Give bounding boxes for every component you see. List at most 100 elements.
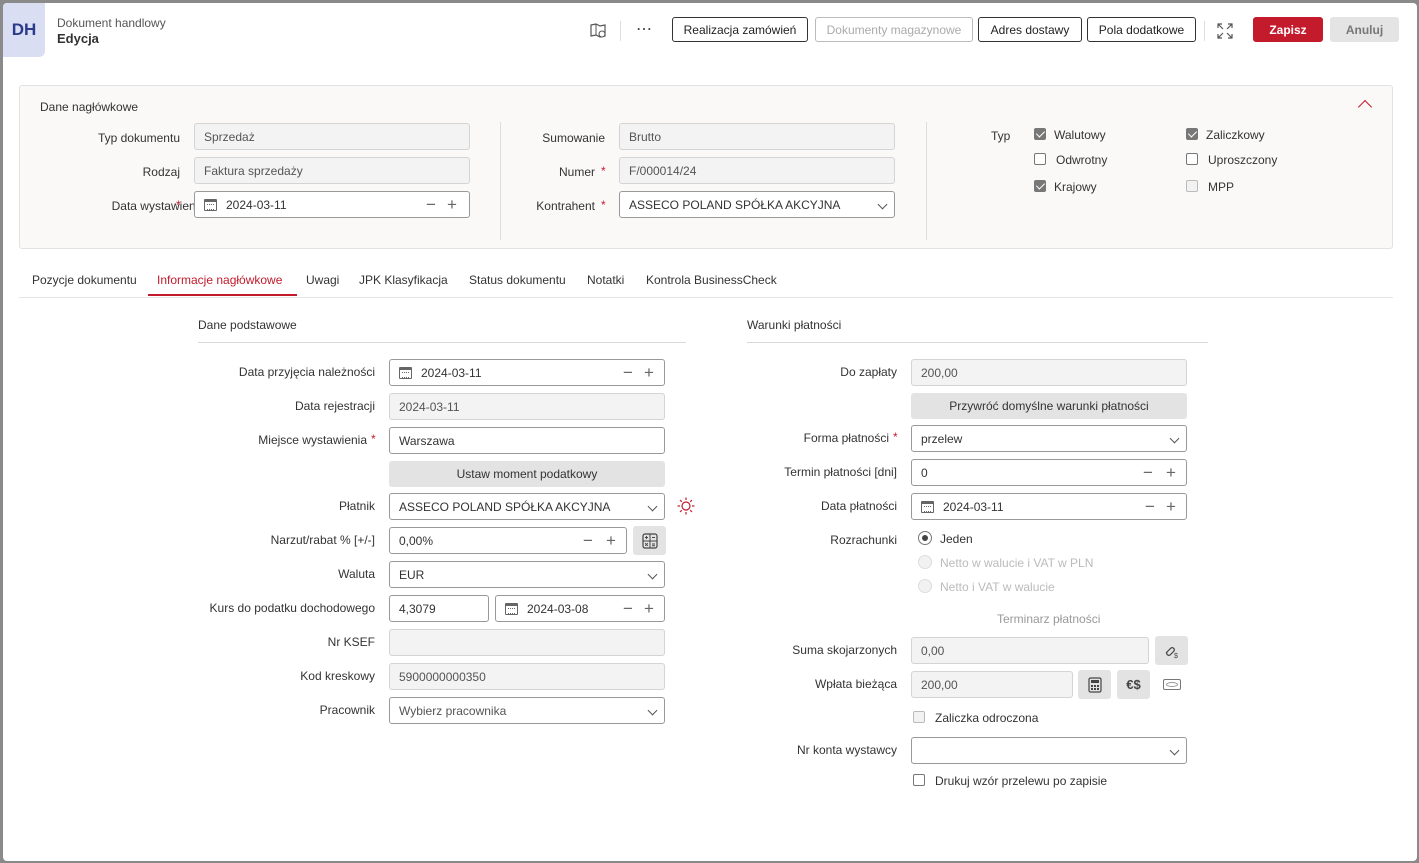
kod-kreskowy-field: 5900000000350: [389, 663, 665, 690]
plus-icon[interactable]: +: [644, 600, 654, 617]
do-zaplaty-label: Do zapłaty: [840, 365, 897, 379]
minus-icon[interactable]: −: [623, 364, 633, 381]
minus-icon[interactable]: −: [426, 196, 436, 213]
zaliczkowy-checkbox[interactable]: [1186, 128, 1198, 140]
calendar-icon[interactable]: [399, 366, 412, 379]
rozrachunki-netto-waluta-radio[interactable]: [918, 579, 932, 593]
tab-jpk-klasyfikacja[interactable]: JPK Klasyfikacja: [359, 273, 448, 287]
calculator-icon[interactable]: [1078, 670, 1111, 699]
tab-informacje-naglowkowe[interactable]: Informacje nagłówkowe: [157, 273, 282, 287]
dane-podstawowe-title: Dane podstawowe: [198, 318, 297, 332]
collapse-icon[interactable]: [1357, 99, 1373, 115]
plus-icon[interactable]: +: [1166, 464, 1176, 481]
rozrachunki-netto-pln-radio[interactable]: [918, 555, 932, 569]
realizacja-button[interactable]: Realizacja zamówień: [672, 17, 808, 42]
plus-icon[interactable]: +: [1166, 498, 1176, 515]
adres-dostawy-button[interactable]: Adres dostawy: [978, 17, 1082, 42]
calendar-icon[interactable]: [204, 198, 217, 211]
platnik-select[interactable]: ASSECO POLAND SPÓŁKA AKCYJNA: [389, 493, 665, 520]
pola-dodatkowe-button[interactable]: Pola dodatkowe: [1087, 17, 1196, 42]
miejsce-wystawienia-label: Miejsce wystawienia: [258, 433, 367, 447]
tab-pozycje-dokumentu[interactable]: Pozycje dokumentu: [32, 273, 137, 287]
data-przyjecia-field[interactable]: 2024-03-11 − +: [389, 359, 665, 386]
header-data-section: Dane nagłówkowe Typ dokumentu Sprzedaż R…: [19, 85, 1393, 249]
drukuj-wzor-checkbox[interactable]: [913, 774, 925, 786]
miejsce-wystawienia-input[interactable]: Warszawa: [389, 427, 665, 454]
pracownik-select[interactable]: Wybierz pracownika: [389, 697, 665, 724]
column-separator-2: [926, 122, 927, 240]
cancel-button[interactable]: Anuluj: [1330, 17, 1399, 42]
numer-field: F/000014/24: [619, 157, 895, 184]
header-separator: [620, 21, 621, 41]
minus-icon[interactable]: −: [1145, 498, 1155, 515]
nr-ksef-field: [389, 629, 665, 656]
typ-label: Typ: [991, 129, 1011, 143]
typ-dokumentu-field: Sprzedaż: [194, 123, 470, 150]
rozrachunki-label: Rozrachunki: [830, 533, 897, 547]
map-book-icon[interactable]: [589, 23, 607, 39]
calendar-icon[interactable]: [921, 500, 934, 513]
odwrotny-checkbox[interactable]: [1034, 153, 1046, 165]
waluta-select[interactable]: EUR: [389, 561, 665, 588]
kontrahent-select[interactable]: ASSECO POLAND SPÓŁKA AKCYJNA: [619, 191, 895, 218]
rozrachunki-jeden-radio[interactable]: [918, 531, 932, 545]
data-wystawienia-field[interactable]: 2024-03-11 − +: [194, 191, 470, 218]
magazynowe-button[interactable]: Dokumenty magazynowe: [815, 17, 973, 42]
kurs-data-field[interactable]: 2024-03-08 − +: [495, 595, 665, 622]
wplata-biezaca-label: Wpłata bieżąca: [814, 677, 897, 691]
nr-konta-select[interactable]: [911, 737, 1187, 764]
wplata-biezaca-field: 200,00: [911, 671, 1073, 698]
forma-platnosci-label: Forma płatności: [803, 431, 889, 445]
zaliczka-odroczona-checkbox[interactable]: [913, 711, 925, 723]
platnik-label: Płatnik: [338, 499, 375, 513]
data-platnosci-field[interactable]: 2024-03-11 − +: [911, 493, 1187, 520]
pracownik-label: Pracownik: [319, 703, 375, 717]
save-button[interactable]: Zapisz: [1253, 17, 1323, 42]
cash-icon[interactable]: [1163, 679, 1181, 690]
mpp-label: MPP: [1208, 180, 1235, 194]
termin-platnosci-field[interactable]: 0 − +: [911, 459, 1187, 486]
tab-kontrola-businesscheck[interactable]: Kontrola BusinessCheck: [646, 273, 777, 287]
typ-dokumentu-label: Typ dokumentu: [97, 131, 180, 145]
przywroc-warunki-button[interactable]: Przywróć domyślne warunki płatności: [911, 393, 1187, 419]
kurs-input[interactable]: 4,3079: [389, 595, 489, 622]
nr-konta-label: Nr konta wystawcy: [796, 743, 897, 757]
plus-icon[interactable]: +: [606, 532, 616, 549]
krajowy-label: Krajowy: [1054, 180, 1097, 194]
walutowy-checkbox[interactable]: [1034, 128, 1046, 140]
terminarz-platnosci-link[interactable]: Terminarz płatności: [997, 612, 1100, 626]
forma-platnosci-select[interactable]: przelew: [911, 425, 1187, 452]
ustaw-moment-podatkowy-button[interactable]: Ustaw moment podatkowy: [389, 461, 665, 487]
uproszczony-checkbox[interactable]: [1186, 153, 1198, 165]
sun-icon[interactable]: [677, 497, 695, 515]
rozrachunki-netto-pln-label: Netto w walucie i VAT w PLN: [940, 556, 1094, 570]
narzut-field[interactable]: 0,00% − +: [389, 527, 627, 554]
kod-kreskowy-label: Kod kreskowy: [300, 669, 375, 683]
minus-icon[interactable]: −: [583, 532, 593, 549]
plus-icon[interactable]: +: [447, 196, 457, 213]
plus-icon[interactable]: +: [644, 364, 654, 381]
kontrahent-label: Kontrahent: [536, 199, 595, 213]
expand-icon[interactable]: [1216, 22, 1234, 40]
tabs-divider: [19, 297, 1393, 298]
minus-icon[interactable]: −: [1143, 464, 1153, 481]
minus-icon[interactable]: −: [623, 600, 633, 617]
rozrachunki-jeden-label: Jeden: [940, 532, 973, 546]
mpp-checkbox[interactable]: [1186, 180, 1198, 192]
tab-notatki[interactable]: Notatki: [587, 273, 624, 287]
calculator-icon[interactable]: [633, 526, 666, 555]
tab-status-dokumentu[interactable]: Status dokumentu: [469, 273, 566, 287]
header-separator-2: [1204, 21, 1205, 41]
link-money-icon[interactable]: $: [1155, 636, 1188, 665]
chevron-down-icon: [647, 705, 658, 716]
window-subtitle: Dokument handlowy: [57, 16, 166, 30]
tab-uwagi[interactable]: Uwagi: [306, 273, 339, 287]
suma-skojarzonych-label: Suma skojarzonych: [792, 643, 897, 657]
more-icon[interactable]: ⋯: [635, 21, 653, 39]
suma-skojarzonych-field: 0,00: [911, 637, 1149, 664]
krajowy-checkbox[interactable]: [1034, 180, 1046, 192]
calendar-icon[interactable]: [505, 602, 518, 615]
data-rejestracji-field: 2024-03-11: [389, 393, 665, 420]
termin-platnosci-label: Termin płatności [dni]: [784, 465, 897, 479]
currency-exchange-icon[interactable]: €$: [1117, 670, 1150, 699]
